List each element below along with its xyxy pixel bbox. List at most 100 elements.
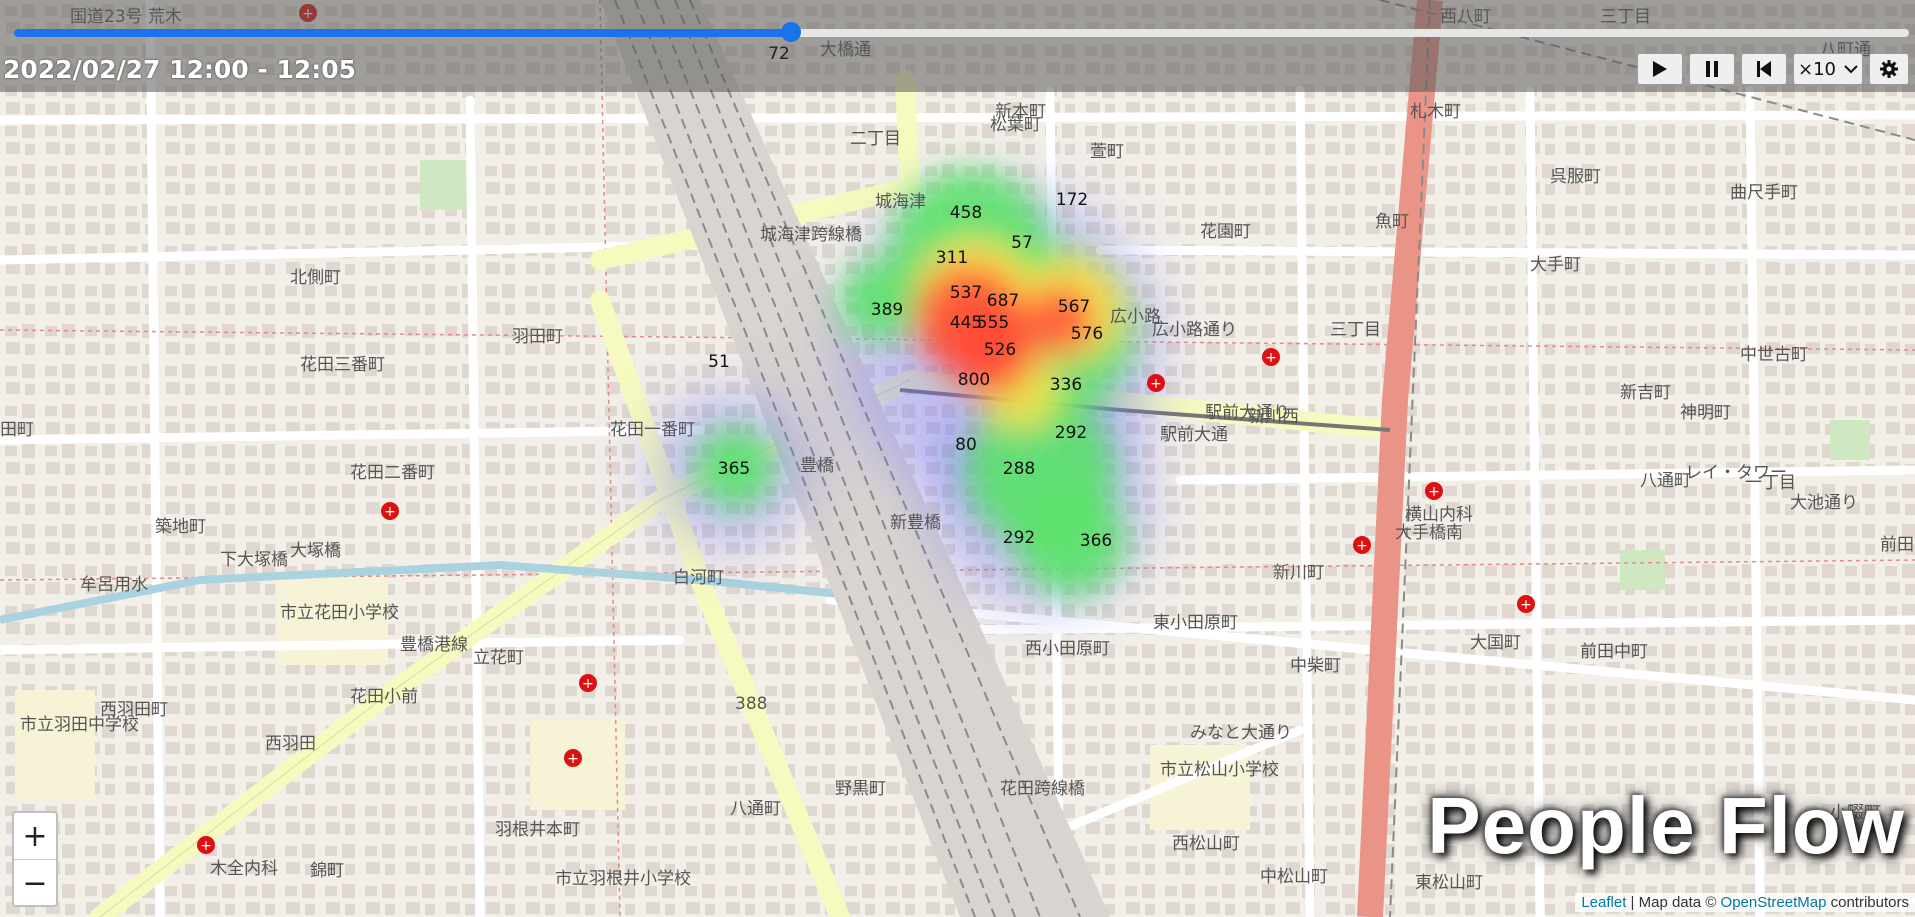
place-label: 城海津跨線橋 [760, 225, 862, 245]
place-label: 新川町 [1273, 563, 1324, 583]
attribution-tail: contributors [1826, 894, 1909, 911]
place-label: 中柴町 [1290, 656, 1341, 676]
place-label: 西松山町 [1172, 834, 1240, 854]
place-label: 下大塚橋 [220, 550, 288, 570]
svg-text:+: + [200, 838, 212, 854]
place-label: 築地町 [155, 517, 206, 537]
place-label: 城海津 [875, 192, 926, 212]
brand-title: People Flow [1427, 781, 1905, 870]
zoom-control: + − [12, 811, 58, 907]
heat-count-label: 567 [1058, 297, 1090, 317]
park-area [420, 160, 470, 210]
rewind-button[interactable] [1741, 53, 1787, 85]
gear-icon [1880, 60, 1898, 78]
osm-link[interactable]: OpenStreetMap [1721, 894, 1827, 911]
playback-bar: 72 2022/02/27 12:00 - 12:05 ×10 [0, 0, 1915, 92]
zoom-in-button[interactable]: + [14, 813, 56, 860]
place-label: 花田三番町 [300, 355, 385, 375]
place-label: 萱町 [1090, 142, 1124, 162]
play-button[interactable] [1637, 53, 1683, 85]
park-area [1830, 420, 1870, 460]
time-slider[interactable] [14, 22, 1909, 42]
settings-button[interactable] [1869, 53, 1909, 85]
place-label: 牟呂用水 [80, 575, 148, 595]
place-label: 新豊橋 [890, 513, 941, 533]
heat-count-label: 172 [1056, 190, 1088, 210]
heat-count-label: 555 [977, 313, 1009, 333]
place-label: 大池通り [1790, 493, 1858, 513]
map-attribution: Leaflet | Map data © OpenStreetMap contr… [1575, 893, 1915, 912]
place-label: 呉服町 [1550, 167, 1601, 187]
place-label: 中世古町 [1740, 345, 1808, 365]
pause-button[interactable] [1689, 53, 1735, 85]
place-label: 曲尺手町 [1730, 183, 1798, 203]
place-label: 横山内科 [1405, 505, 1473, 525]
place-label: 花田一番町 [610, 420, 695, 440]
attribution-text: | Map data © [1626, 894, 1721, 911]
svg-text:+: + [1428, 484, 1440, 500]
place-label: 札木町 [1410, 102, 1461, 122]
place-label: 東小田原町 [1153, 613, 1238, 633]
svg-text:+: + [582, 676, 594, 692]
chevron-down-icon [1844, 65, 1858, 74]
svg-text:+: + [1520, 597, 1532, 613]
heat-count-label: 526 [984, 340, 1016, 360]
place-label: 388 [735, 694, 767, 714]
heat-count-label: 288 [1003, 459, 1035, 479]
heat-count-label: 366 [1080, 531, 1112, 551]
heat-count-label: 389 [871, 300, 903, 320]
place-label: 花園町 [1200, 222, 1251, 242]
place-label: 東松山町 [1415, 873, 1483, 893]
heat-count-label: 51 [708, 352, 730, 372]
time-range-label: 2022/02/27 12:00 - 12:05 [3, 55, 357, 84]
leaflet-link[interactable]: Leaflet [1581, 894, 1626, 911]
heat-count-label: 687 [987, 291, 1019, 311]
place-label: 大手橋南 [1395, 523, 1463, 543]
place-label: 中松山町 [1260, 867, 1328, 887]
svg-text:+: + [1150, 376, 1162, 392]
place-label: 新吉町 [1620, 383, 1671, 403]
school-area [15, 690, 95, 800]
place-label: 錦町 [310, 861, 344, 881]
park-area [1620, 550, 1665, 590]
slider-handle[interactable] [780, 22, 801, 42]
place-label: 八通町 [730, 799, 781, 819]
svg-text:+: + [1265, 350, 1277, 366]
heat-count-label: 800 [958, 370, 990, 390]
place-label: 市立花田小学校 [280, 603, 399, 623]
place-label: 市立羽田中学校 [20, 715, 139, 735]
heat-count-label: 365 [718, 459, 750, 479]
svg-text:+: + [1356, 538, 1368, 554]
place-label: 前田 [1880, 535, 1914, 555]
place-label: 市立羽根井小学校 [555, 869, 691, 889]
place-label: 駅前大通 [1160, 425, 1228, 445]
place-label: 立花町 [473, 648, 524, 668]
place-label: みなと大通り [1190, 723, 1292, 743]
place-label: 花田跨線橋 [1000, 779, 1085, 799]
place-label: 大国町 [1470, 633, 1521, 653]
heat-count-label: 537 [950, 283, 982, 303]
speed-value: ×10 [1798, 58, 1836, 80]
place-label: 新川西 [1248, 407, 1299, 427]
place-label: 神明町 [1680, 403, 1731, 423]
pause-icon [1706, 61, 1718, 77]
place-label: 西羽田 [265, 734, 316, 754]
heat-count-label: 57 [1011, 233, 1033, 253]
heat-count-label: 336 [1050, 375, 1082, 395]
svg-text:+: + [567, 751, 579, 767]
place-label: 豊橋 [800, 456, 834, 476]
place-label: 前田中町 [1580, 642, 1648, 662]
place-label: 魚町 [1375, 212, 1409, 232]
speed-select[interactable]: ×10 [1793, 53, 1863, 85]
heat-count-label: 80 [955, 435, 977, 455]
place-label: 豊橋港線 [400, 635, 468, 655]
place-label: 羽根井本町 [495, 820, 580, 840]
place-label: 八通町 [1640, 471, 1691, 491]
zoom-out-button[interactable]: − [14, 860, 56, 906]
playback-controls: ×10 [1637, 53, 1909, 85]
slider-progress [14, 29, 791, 37]
heat-count-label: 458 [950, 203, 982, 223]
heat-count-label: 311 [936, 248, 968, 268]
place-label: 田町 [0, 420, 34, 440]
place-label: 市立松山小学校 [1160, 760, 1279, 780]
